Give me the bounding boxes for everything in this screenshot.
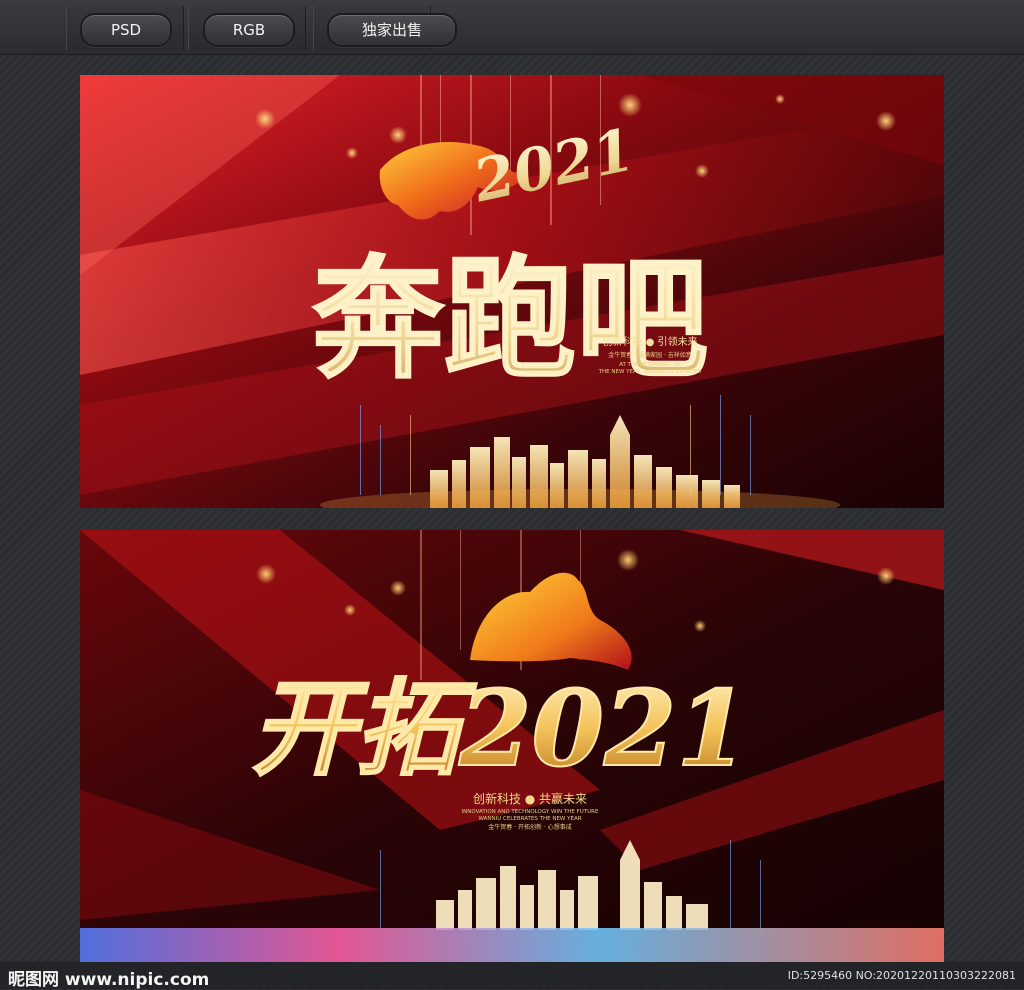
poster-2-artwork: 开拓2021 创新科技 ● 共赢未来 INNOVATION AND TECHNO… bbox=[80, 530, 944, 962]
image-id-text: ID:5295460 NO:20201220110303222081 bbox=[787, 969, 1016, 982]
poster-image-2: 开拓2021 创新科技 ● 共赢未来 INNOVATION AND TECHNO… bbox=[80, 530, 944, 962]
small-line-text-2: 金牛贺春 · 开拓创新 · 心想事成 bbox=[488, 823, 571, 831]
poster-image-1: 2021 奔跑吧 创新科技 ● 引领未来 金牛贺春 · 福满家园 · 吉祥如意 … bbox=[80, 75, 944, 508]
english-line-1: AT THE BEGINNING OF bbox=[619, 362, 681, 368]
english-line-2: THE NEW YEAR, WANNIU IS UPDATED bbox=[598, 369, 702, 375]
small-line-text: 金牛贺春 · 福满家园 · 吉祥如意 bbox=[608, 351, 691, 359]
slogan-text-2: 创新科技 ● 共赢未来 bbox=[473, 791, 587, 806]
slogan-text: 创新科技 ● 引领未来 bbox=[602, 335, 697, 348]
english-line-2-2: WANNIU CELEBRATES THE NEW YEAR bbox=[478, 816, 581, 822]
exclusive-tag-button[interactable]: 独家出售 bbox=[327, 13, 457, 47]
poster-1-artwork: 2021 奔跑吧 创新科技 ● 引领未来 金牛贺春 · 福满家园 · 吉祥如意 … bbox=[80, 75, 944, 508]
site-logo[interactable]: 昵图网 www.nipic.com bbox=[8, 965, 209, 990]
rgb-tag-button[interactable]: RGB bbox=[203, 13, 295, 47]
psd-tag-button[interactable]: PSD bbox=[80, 13, 172, 47]
headline-text-2: 开拓2021 bbox=[251, 667, 748, 790]
english-line-1-2: INNOVATION AND TECHNOLOGY WIN THE FUTURE bbox=[462, 809, 599, 815]
